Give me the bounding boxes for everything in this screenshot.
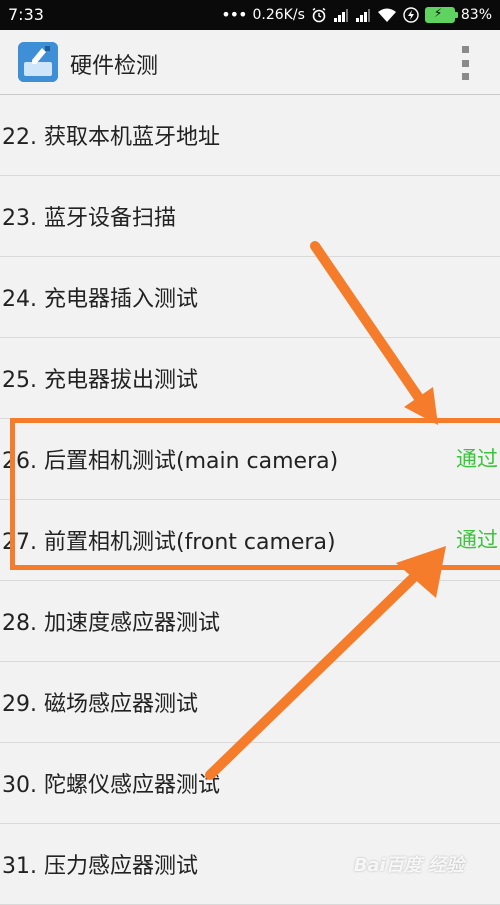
battery-icon: ⚡: [424, 6, 458, 23]
list-item-label: 30. 陀螺仪感应器测试: [2, 773, 220, 798]
list-item[interactable]: 27. 前置相机测试(front camera) 通过: [0, 500, 500, 581]
alarm-icon: [312, 7, 326, 23]
wifi-icon: [377, 8, 396, 22]
list-item[interactable]: 22. 获取本机蓝牙地址: [0, 95, 500, 176]
test-list: 22. 获取本机蓝牙地址 23. 蓝牙设备扫描 24. 充电器插入测试 25. …: [0, 95, 500, 905]
watermark: Bai百度 经验: [353, 855, 464, 876]
overflow-menu-icon[interactable]: [460, 46, 470, 80]
list-item-label: 28. 加速度感应器测试: [2, 611, 220, 636]
status-bar: 7:33 ••• 0.26K/s ⚡ 83%: [0, 0, 500, 30]
list-item-label: 25. 充电器拔出测试: [2, 368, 198, 393]
list-item[interactable]: 28. 加速度感应器测试: [0, 581, 500, 662]
page-title: 硬件检测: [70, 54, 159, 79]
list-item[interactable]: 23. 蓝牙设备扫描: [0, 176, 500, 257]
list-item[interactable]: 30. 陀螺仪感应器测试: [0, 743, 500, 824]
signal-icon: [355, 9, 370, 22]
list-item[interactable]: 26. 后置相机测试(main camera) 通过: [0, 419, 500, 500]
list-item-label: 24. 充电器插入测试: [2, 287, 198, 312]
status-icons: ••• 0.26K/s ⚡ 83%: [221, 5, 492, 25]
list-item-label: 22. 获取本机蓝牙地址: [2, 125, 220, 150]
dots-icon: •••: [221, 5, 247, 24]
list-item-label: 26. 后置相机测试(main camera): [2, 449, 339, 474]
network-speed: 0.26K/s: [252, 7, 305, 23]
list-item-label: 29. 磁场感应器测试: [2, 692, 198, 717]
list-item-label: 27. 前置相机测试(front camera): [2, 530, 336, 555]
pass-status: 通过: [456, 447, 498, 471]
app-logo-icon: [18, 42, 58, 82]
app-bar: 硬件检测: [0, 30, 500, 96]
pass-status: 通过: [456, 528, 498, 552]
list-item[interactable]: 25. 充电器拔出测试: [0, 338, 500, 419]
list-item[interactable]: 24. 充电器插入测试: [0, 257, 500, 338]
list-item[interactable]: 29. 磁场感应器测试: [0, 662, 500, 743]
list-item-label: 31. 压力感应器测试: [2, 854, 198, 879]
status-time: 7:33: [8, 5, 44, 24]
charging-icon: [403, 7, 419, 23]
list-item-label: 23. 蓝牙设备扫描: [2, 206, 176, 231]
battery-percent: 83%: [460, 7, 492, 23]
signal-icon: [333, 9, 348, 22]
